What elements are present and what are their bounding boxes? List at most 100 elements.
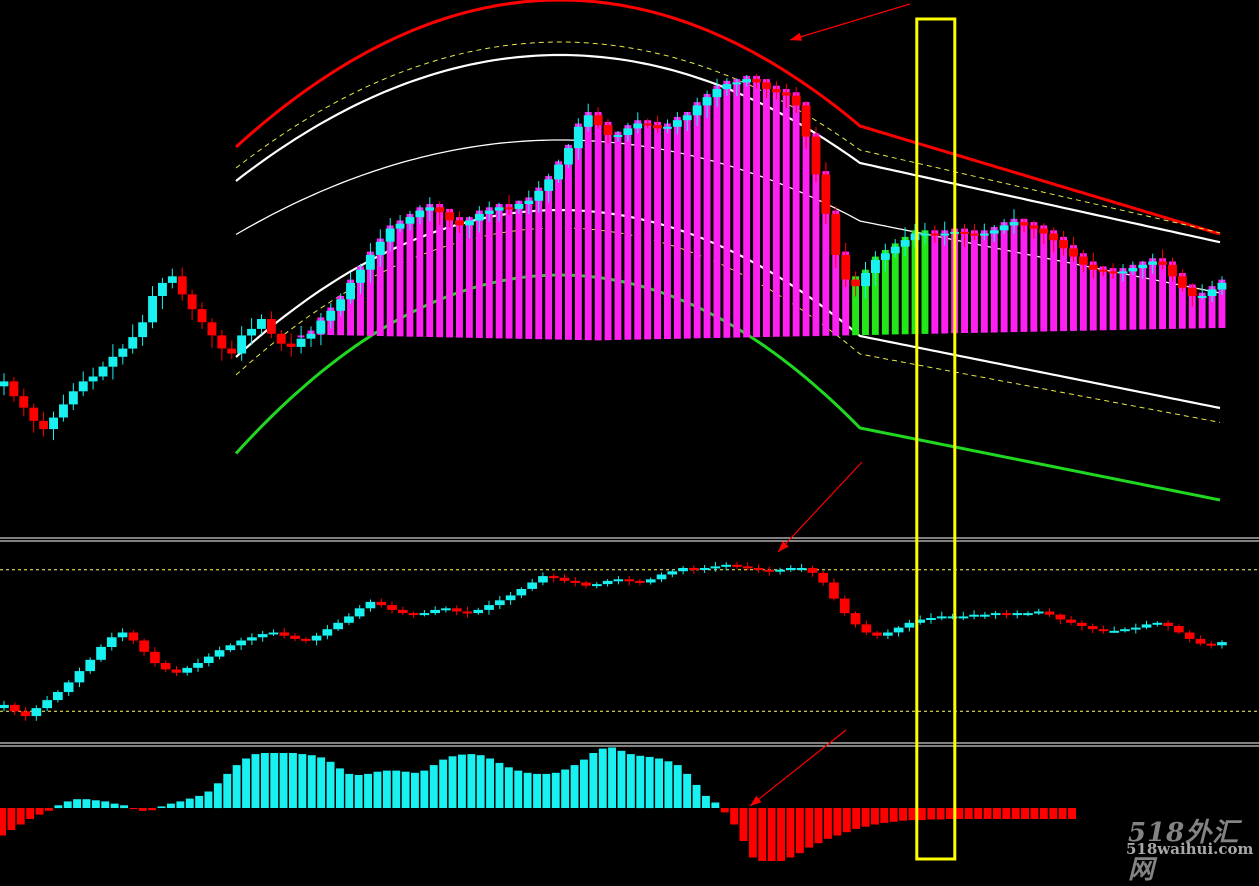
histogram-bar [702,795,710,808]
histogram-bar [260,753,269,808]
histogram-bar [711,802,720,808]
oscillator-candle [904,622,915,628]
candle [247,328,256,336]
histogram-bar [232,765,241,808]
candle [1128,268,1138,272]
oscillator-candle [139,640,149,652]
candle [722,84,732,89]
histogram-bar [739,808,748,841]
oscillator-candle [689,568,699,570]
oscillator-candle [430,609,440,614]
candle [702,97,712,106]
histogram-bar [993,808,1001,819]
candle [1088,264,1098,270]
candle [1138,264,1148,269]
oscillator-candle [516,589,527,596]
candle [78,381,88,392]
channel-bar [782,89,790,337]
candle [524,200,534,204]
oscillator-candle [1120,629,1130,632]
candle [593,115,603,126]
oscillator-candle [1023,613,1033,616]
candle [1009,222,1019,226]
oscillator-candle [710,566,721,569]
histogram-bar [598,748,607,808]
channel-bar [683,112,691,339]
histogram-bar [861,808,870,827]
oscillator-candle [0,704,9,709]
channel-bar [604,121,612,341]
oscillator-candle [451,608,462,612]
channel-bar [505,204,513,339]
candle [841,254,851,280]
oscillator-candle [969,614,979,617]
oscillator-candle [354,608,365,617]
oscillator-candle [20,711,31,717]
oscillator-candle [581,582,591,586]
oscillator-candle [645,579,656,583]
candle [643,123,653,126]
candle [979,233,989,236]
histogram-bar [345,773,354,808]
histogram-bar [26,808,35,819]
candle [138,322,148,338]
channel-bar [990,227,998,333]
histogram-bar [542,773,551,808]
histogram-bar [401,771,410,808]
histogram-bar [439,759,448,808]
candle [544,179,554,191]
oscillator-candle [31,708,42,717]
oscillator-candle [160,663,171,670]
oscillator-candle [193,663,203,668]
channel-bar [416,207,424,337]
oscillator-candle [96,646,106,660]
candle [494,207,504,211]
channel-bar [584,112,592,341]
oscillator-candle [1130,627,1141,630]
candle [573,126,583,149]
oscillator-candle [807,568,818,573]
candle [296,338,306,347]
candle [1069,248,1078,257]
candle [633,123,643,129]
channel-bar [624,125,632,340]
candle [653,125,662,129]
oscillator-candle [786,568,796,570]
candle [39,420,49,430]
candle [781,92,791,96]
candle [1029,225,1039,229]
histogram-bar [983,808,992,819]
candle [871,259,880,273]
histogram-bar [720,808,729,813]
oscillator-candle [732,564,742,567]
histogram-bar [561,769,570,808]
oscillator-candle [1109,630,1120,633]
candle [49,417,58,430]
candle [455,220,464,226]
channel-bar [634,120,642,340]
candle [177,276,187,295]
channel-bar [594,112,602,341]
histogram-bar [523,772,532,808]
histogram-bar [223,773,232,808]
candle [930,233,940,236]
oscillator-candle [753,568,764,570]
histogram-bar [842,808,851,833]
histogram-bar [63,801,72,808]
histogram-bar [936,808,945,820]
watermark-url: 518waihui.com [1126,840,1254,858]
candle [1019,222,1029,226]
histogram-bar [326,761,335,808]
histogram-bar [195,795,204,808]
trading-chart[interactable] [0,0,1259,861]
channel-bar [406,213,414,337]
oscillator-candle [290,635,300,639]
candle [564,148,573,165]
oscillator-candle [764,569,775,572]
histogram-bar [279,753,288,808]
oscillator-candle [1055,614,1066,620]
candle [1098,269,1108,272]
oscillator-candle [182,667,193,673]
histogram-bar [270,753,279,808]
candle [336,299,346,311]
